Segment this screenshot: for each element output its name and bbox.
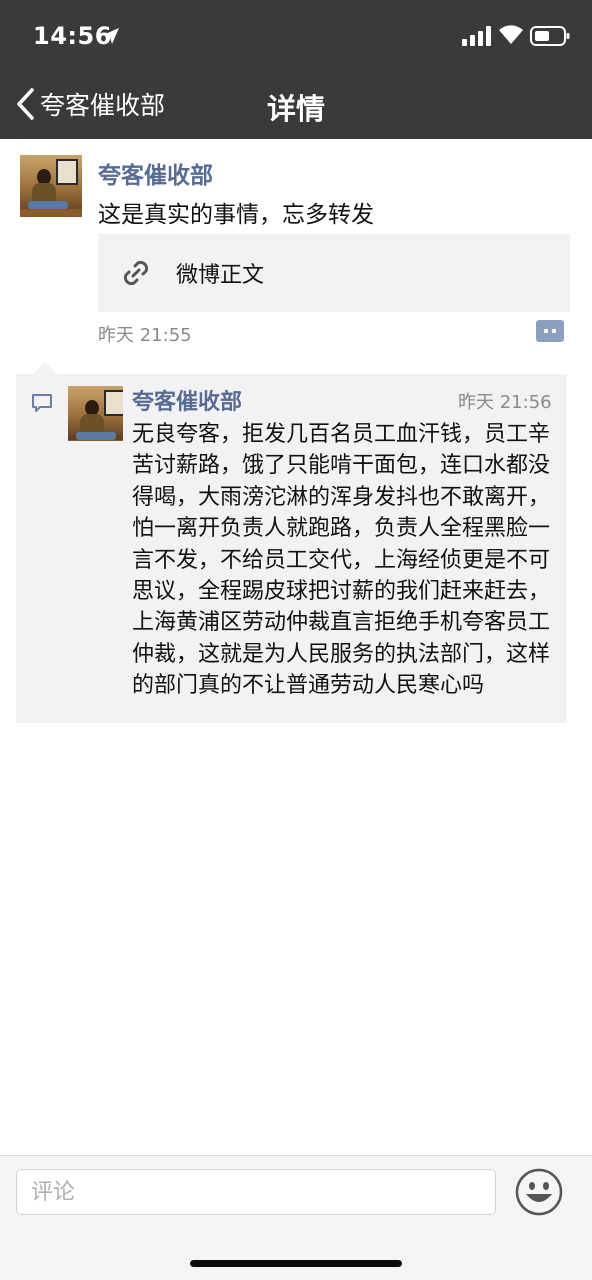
post-author-avatar[interactable]: [20, 155, 82, 217]
weibo-link-card[interactable]: 微博正文: [98, 234, 570, 312]
comment-icon: [32, 394, 52, 412]
commenter-avatar[interactable]: [68, 386, 123, 441]
battery-icon: [530, 26, 570, 46]
location-arrow-icon: [103, 28, 119, 44]
post-text: 这是真实的事情，忘多转发: [98, 202, 374, 228]
commenter-name[interactable]: 夸客催收部: [132, 384, 242, 416]
comment-input[interactable]: [16, 1169, 496, 1215]
link-icon: [123, 260, 149, 286]
comment-text[interactable]: 无良夸客，拒发几百名员工血汗钱，员工辛苦讨薪路，饿了只能啃干面包，连口水都没得喝…: [132, 419, 554, 702]
post-author-name[interactable]: 夸客催收部: [98, 156, 213, 190]
page-title: 详情: [266, 92, 325, 126]
comment-panel-pointer: [33, 362, 57, 374]
navigation-header: 14:56 夸客催收部 详情: [0, 0, 592, 139]
comment-menu-button[interactable]: [536, 320, 564, 342]
link-label: 微博正文: [176, 263, 265, 288]
wifi-icon: [499, 25, 523, 44]
comment-timestamp: 昨天 21:56: [458, 392, 552, 413]
comment-input-bar: [0, 1155, 592, 1280]
post-timestamp: 昨天 21:55: [98, 325, 192, 346]
emoji-icon[interactable]: [515, 1168, 563, 1216]
home-indicator[interactable]: [190, 1260, 402, 1267]
cellular-signal-icon: [462, 26, 491, 46]
